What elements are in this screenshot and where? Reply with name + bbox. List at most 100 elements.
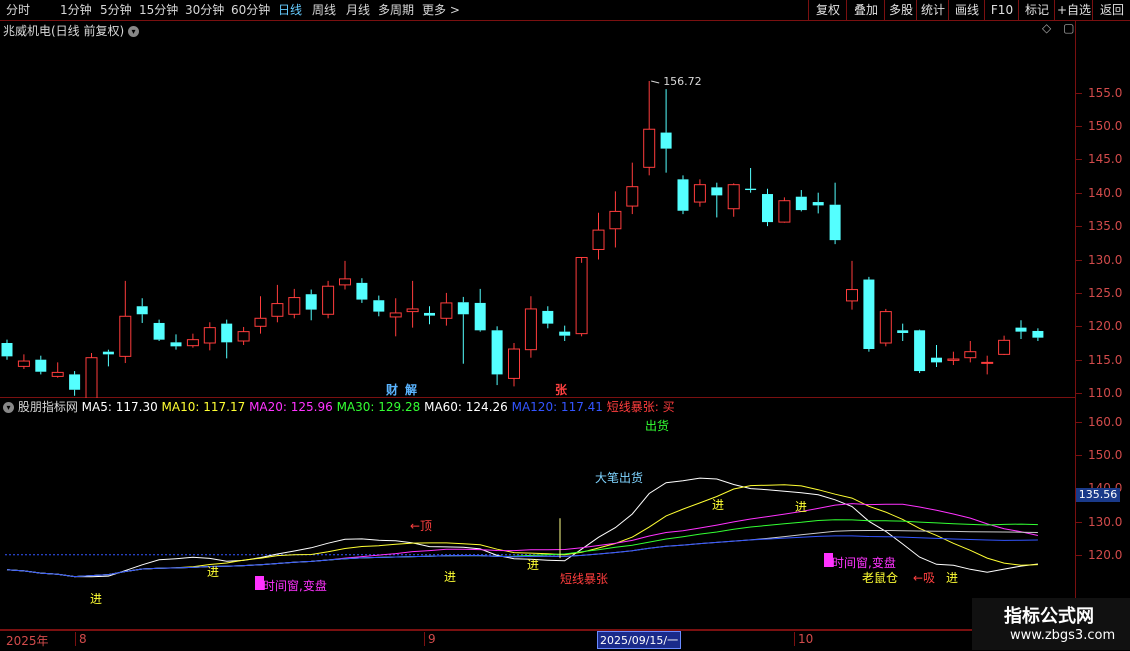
- candle[interactable]: [306, 290, 317, 321]
- candle[interactable]: [52, 362, 63, 377]
- candle[interactable]: [289, 289, 300, 318]
- candle[interactable]: [407, 281, 418, 328]
- f10-button[interactable]: F10: [984, 0, 1019, 20]
- candle[interactable]: [373, 296, 384, 317]
- candle[interactable]: [948, 352, 959, 365]
- price-tick: [1076, 193, 1082, 194]
- price-tick: [1076, 326, 1082, 327]
- fuquan-button[interactable]: 复权: [808, 0, 847, 20]
- candle[interactable]: [711, 183, 722, 218]
- candle[interactable]: [762, 189, 773, 226]
- candle[interactable]: [847, 261, 858, 310]
- multi-stock-button[interactable]: 多股: [884, 0, 917, 20]
- price-tick: [1076, 159, 1082, 160]
- candle[interactable]: [880, 309, 891, 346]
- candle[interactable]: [120, 281, 131, 363]
- candle[interactable]: [745, 168, 756, 193]
- candle[interactable]: [796, 190, 807, 211]
- candle[interactable]: [103, 350, 114, 367]
- candle[interactable]: [323, 281, 334, 318]
- candle[interactable]: [863, 277, 874, 352]
- candle[interactable]: [897, 324, 908, 341]
- candle[interactable]: [390, 298, 401, 336]
- price-tick: [1076, 226, 1082, 227]
- indicator-chart[interactable]: [0, 418, 1076, 630]
- candle[interactable]: [492, 326, 503, 385]
- candle[interactable]: [356, 278, 367, 303]
- event-jie[interactable]: 解: [405, 381, 417, 398]
- candle[interactable]: [441, 293, 452, 326]
- price-tick: [1076, 360, 1082, 361]
- candle[interactable]: [238, 327, 249, 345]
- candle[interactable]: [255, 296, 266, 333]
- candle[interactable]: [458, 297, 469, 364]
- indicator-name: 股朋指标网: [18, 400, 78, 414]
- candle[interactable]: [69, 371, 80, 396]
- candle[interactable]: [35, 356, 46, 375]
- period-multi[interactable]: 多周期: [378, 0, 414, 20]
- period-60min[interactable]: 60分钟: [231, 0, 270, 20]
- candle[interactable]: [509, 343, 520, 386]
- candle[interactable]: [525, 296, 536, 357]
- candle[interactable]: [424, 306, 435, 324]
- period-15min[interactable]: 15分钟: [139, 0, 178, 20]
- candle[interactable]: [221, 320, 232, 359]
- candle[interactable]: [475, 289, 486, 332]
- indicator-tick-label: 160.0: [1088, 415, 1122, 429]
- period-30min[interactable]: 30分钟: [185, 0, 224, 20]
- candlestick-chart[interactable]: 156.72108.43: [0, 20, 1076, 398]
- period-5min[interactable]: 5分钟: [100, 0, 132, 20]
- candle[interactable]: [661, 89, 672, 173]
- candle[interactable]: [204, 322, 215, 350]
- add-watchlist-button[interactable]: +自选: [1054, 0, 1093, 20]
- toolbar: 分时 1分钟 5分钟 15分钟 30分钟 60分钟 日线 周线 月线 多周期 更…: [0, 0, 1130, 21]
- candle[interactable]: [340, 261, 351, 290]
- candle[interactable]: [999, 336, 1010, 355]
- period-weekly[interactable]: 周线: [312, 0, 336, 20]
- candle[interactable]: [779, 197, 790, 222]
- candle[interactable]: [610, 191, 621, 247]
- candle[interactable]: [914, 330, 925, 373]
- period-monthly[interactable]: 月线: [346, 0, 370, 20]
- candle[interactable]: [728, 183, 739, 216]
- candle[interactable]: [171, 334, 182, 349]
- period-1min[interactable]: 1分钟: [60, 0, 92, 20]
- candle[interactable]: [593, 213, 604, 260]
- event-cai[interactable]: 财: [386, 381, 398, 398]
- candle[interactable]: [154, 320, 165, 341]
- candle[interactable]: [542, 306, 553, 328]
- candle[interactable]: [1016, 320, 1027, 339]
- candle[interactable]: [2, 340, 13, 360]
- candle[interactable]: [187, 334, 198, 348]
- period-daily[interactable]: 日线: [278, 0, 302, 20]
- candle[interactable]: [86, 353, 97, 398]
- candle[interactable]: [965, 341, 976, 362]
- candle[interactable]: [813, 193, 824, 214]
- candle[interactable]: [627, 163, 638, 214]
- candle[interactable]: [576, 257, 587, 336]
- stats-button[interactable]: 统计: [916, 0, 949, 20]
- event-zhang[interactable]: 张: [555, 381, 567, 398]
- candle[interactable]: [830, 183, 841, 244]
- price-tick-label: 140.0: [1088, 186, 1122, 200]
- draw-button[interactable]: 画线: [948, 0, 985, 20]
- candle[interactable]: [931, 345, 942, 367]
- price-tick-label: 135.0: [1088, 219, 1122, 233]
- candle[interactable]: [18, 354, 29, 369]
- candle[interactable]: [644, 81, 655, 175]
- overlay-button[interactable]: 叠加: [846, 0, 885, 20]
- price-tick: [1076, 393, 1082, 394]
- candle[interactable]: [272, 285, 283, 322]
- mark-button[interactable]: 标记: [1018, 0, 1055, 20]
- candle[interactable]: [1032, 328, 1043, 341]
- candle[interactable]: [678, 175, 689, 214]
- candle[interactable]: [137, 298, 148, 323]
- date-cursor: 2025/09/15/一: [597, 631, 681, 649]
- candle[interactable]: [982, 356, 993, 375]
- back-button[interactable]: 返回: [1092, 0, 1130, 20]
- indicator-dropdown-icon[interactable]: ▾: [3, 402, 14, 413]
- period-fenshi[interactable]: 分时: [6, 0, 30, 20]
- candle[interactable]: [559, 326, 570, 341]
- period-more[interactable]: 更多 >: [422, 0, 460, 20]
- candle[interactable]: [694, 179, 705, 206]
